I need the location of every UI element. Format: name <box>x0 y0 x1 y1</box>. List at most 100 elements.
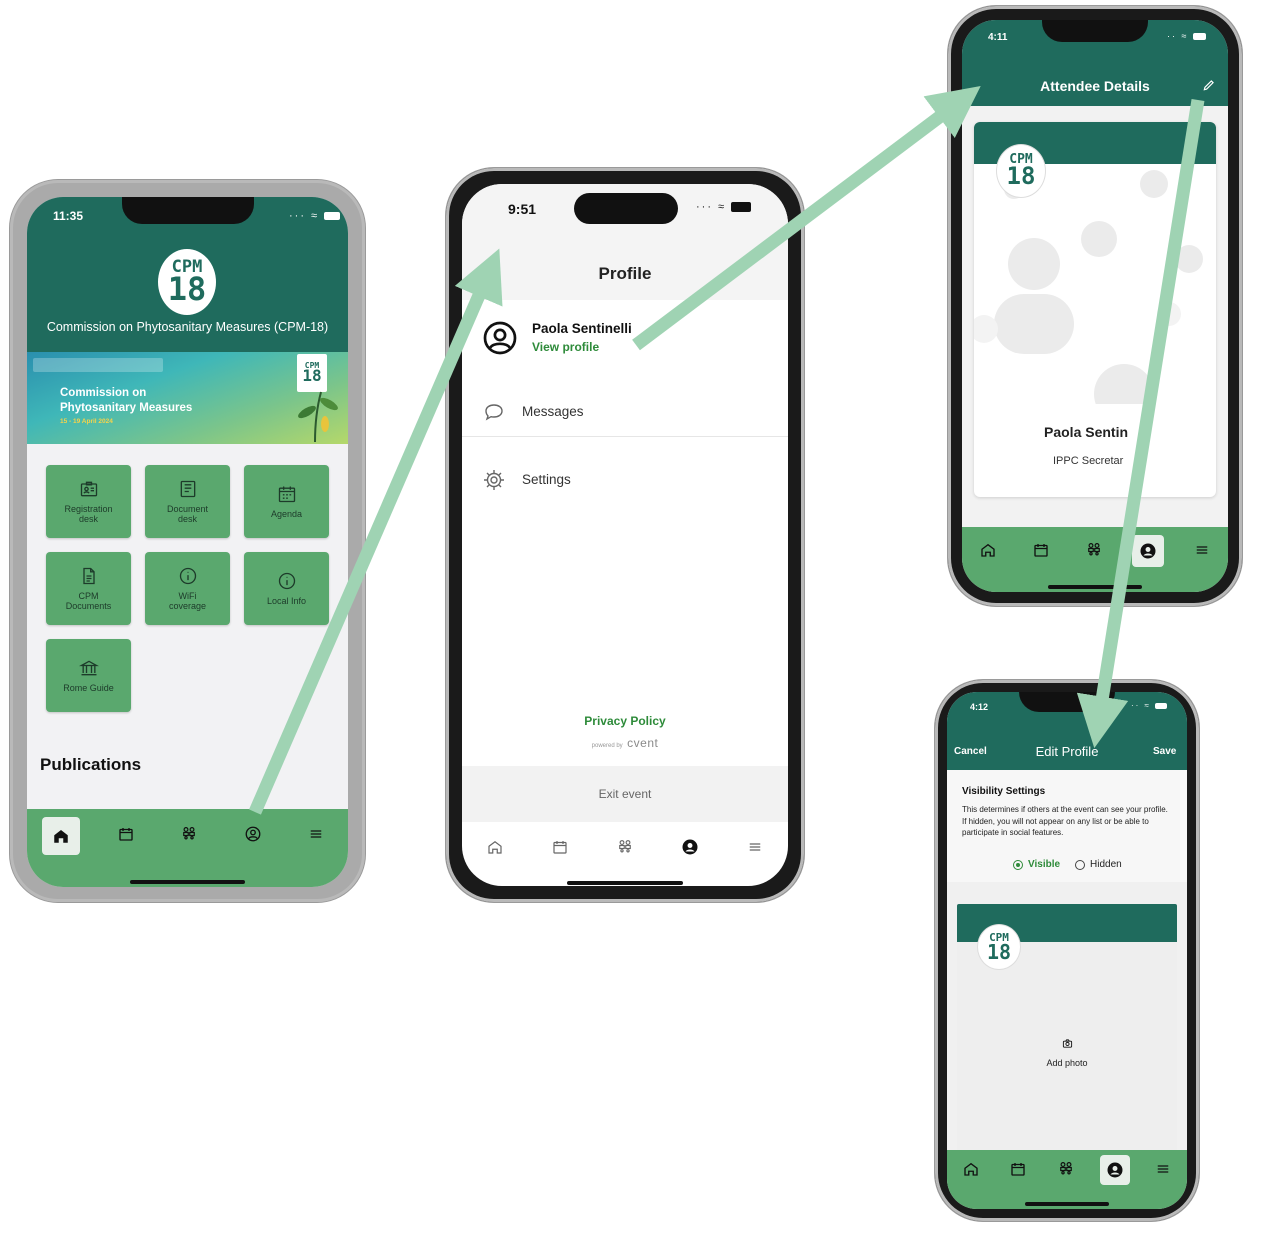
tile-rome-guide[interactable]: Rome Guide <box>46 639 131 712</box>
tab-attendees[interactable] <box>172 817 206 851</box>
banner-org-logos <box>33 358 163 372</box>
tab-profile[interactable] <box>1099 1155 1130 1185</box>
plant-illustration <box>298 391 338 442</box>
radio-selected-icon <box>1013 859 1023 870</box>
people-placeholder-illustration <box>974 170 1203 404</box>
tab-menu[interactable] <box>738 830 772 864</box>
notch <box>122 197 254 224</box>
people-icon <box>183 827 196 840</box>
cpm-logo: CPM 18 <box>158 249 216 315</box>
event-banner[interactable]: Commission on Phytosanitary Measures 15 … <box>27 352 348 444</box>
radio-hidden[interactable]: Hidden <box>1075 859 1122 870</box>
menu-label: Messages <box>522 404 584 419</box>
calendar-icon <box>119 828 133 841</box>
exit-event-bar[interactable]: Exit event <box>462 766 788 822</box>
home-indicator <box>567 881 683 885</box>
save-button[interactable]: Save <box>1153 746 1176 757</box>
hamburger-icon <box>750 843 761 851</box>
calendar-icon <box>278 486 295 502</box>
tab-profile[interactable] <box>236 817 270 851</box>
profile-circle-icon <box>682 839 698 855</box>
home-icon <box>53 830 68 843</box>
tile-local-info[interactable]: Local Info <box>244 552 329 625</box>
privacy-policy-link[interactable]: Privacy Policy <box>462 714 788 728</box>
menu-item-settings[interactable]: Settings <box>462 460 788 504</box>
status-icons: ·· ≈ <box>1167 31 1206 41</box>
photo-card: CPM 18 Add photo <box>957 904 1177 1154</box>
building-icon <box>78 660 99 675</box>
phone-attendee-details: 4:11 ·· ≈ Attendee Details CPM 18 Paola … <box>948 6 1242 606</box>
profile-circle-icon <box>1140 543 1156 559</box>
calendar-icon <box>1034 544 1048 557</box>
user-name: Paola Sentinelli <box>532 321 632 336</box>
document-icon <box>180 480 195 497</box>
tab-schedule[interactable] <box>109 817 143 851</box>
page-title: Attendee Details <box>1040 78 1150 94</box>
visibility-description: This determines if others at the event c… <box>962 805 1168 838</box>
edit-profile-screen: 4:12 ·· ≈ Cancel Edit Profile Save Visib… <box>947 692 1187 1209</box>
status-time: 4:12 <box>970 702 989 712</box>
status-icons: ··· ≈ <box>289 210 341 222</box>
tab-menu[interactable] <box>1149 1155 1177 1183</box>
tab-home[interactable] <box>973 535 1003 565</box>
gear-icon <box>484 470 504 490</box>
tile-agenda[interactable]: Agenda <box>244 465 329 538</box>
file-icon <box>82 567 95 584</box>
visibility-title: Visibility Settings <box>962 786 1046 797</box>
phone-profile: 9:51 ··· ≈ Profile Paola Sentinelli View… <box>446 168 804 902</box>
radio-visible[interactable]: Visible <box>1013 859 1060 870</box>
view-profile-link[interactable]: View profile <box>532 340 599 354</box>
tab-attendees[interactable] <box>1079 535 1109 565</box>
profile-circle-icon <box>483 321 517 355</box>
tile-document-desk[interactable]: Document desk <box>145 465 230 538</box>
attendee-card: CPM 18 Paola Sentin IPPC Secretar <box>974 122 1216 497</box>
tab-menu[interactable] <box>1187 535 1217 565</box>
tab-home[interactable] <box>478 830 512 864</box>
tab-profile[interactable] <box>673 830 707 864</box>
tile-registration-desk[interactable]: Registration desk <box>46 465 131 538</box>
tile-cpm-documents[interactable]: CPM Documents <box>46 552 131 625</box>
tab-bar <box>27 809 348 887</box>
tab-schedule[interactable] <box>1004 1155 1032 1183</box>
attendee-screen: 4:11 ·· ≈ Attendee Details CPM 18 Paola … <box>962 20 1228 592</box>
section-title: Publications <box>40 755 142 774</box>
calendar-icon <box>1011 1163 1026 1176</box>
attendee-name: Paola Sentin <box>1044 424 1129 440</box>
home-screen: 11:35 ··· ≈ CPM 18 Commission on Phytosa… <box>27 197 348 887</box>
chat-bubble-icon <box>485 404 503 421</box>
tab-home[interactable] <box>41 817 80 855</box>
people-icon <box>619 840 631 853</box>
page-title: Profile <box>598 264 652 283</box>
status-icons: ··· ≈ <box>696 201 752 213</box>
cvent-logo: cvent <box>627 736 659 750</box>
tab-home[interactable] <box>957 1155 985 1183</box>
battery-icon <box>731 202 752 213</box>
radio-unselected-icon <box>1075 859 1085 870</box>
status-icons: ·· ≈ <box>1131 701 1168 710</box>
tab-profile[interactable] <box>1131 535 1164 567</box>
attendee-org: IPPC Secretar <box>1053 455 1124 467</box>
phone-home: 11:35 ··· ≈ CPM 18 Commission on Phytosa… <box>10 180 365 902</box>
exit-event-label: Exit event <box>598 787 652 801</box>
people-icon <box>1088 543 1100 556</box>
battery-icon <box>324 212 341 221</box>
visibility-section: Visibility Settings This determines if o… <box>947 770 1187 882</box>
tile-wifi-coverage[interactable]: WiFi coverage <box>145 552 230 625</box>
tab-menu[interactable] <box>299 817 333 851</box>
cpm-logo: CPM 18 <box>996 144 1046 198</box>
profile-circle-icon <box>245 826 261 842</box>
battery-icon <box>1192 33 1206 41</box>
edit-pencil-icon[interactable] <box>1202 78 1216 92</box>
tab-attendees[interactable] <box>1052 1155 1080 1183</box>
banner-title-1: Commission on <box>60 387 147 399</box>
banner-dates: 15 - 19 April 2024 <box>60 418 113 425</box>
home-icon <box>487 841 502 854</box>
powered-by: powered by cvent <box>591 736 659 750</box>
profile-row[interactable]: Paola Sentinelli View profile <box>462 314 788 364</box>
menu-label: Settings <box>522 472 571 487</box>
menu-item-messages[interactable]: Messages <box>462 392 788 437</box>
tab-schedule[interactable] <box>543 830 577 864</box>
tab-schedule[interactable] <box>1026 535 1056 565</box>
add-photo-button[interactable]: Add photo <box>1017 1036 1117 1068</box>
tab-attendees[interactable] <box>608 830 642 864</box>
